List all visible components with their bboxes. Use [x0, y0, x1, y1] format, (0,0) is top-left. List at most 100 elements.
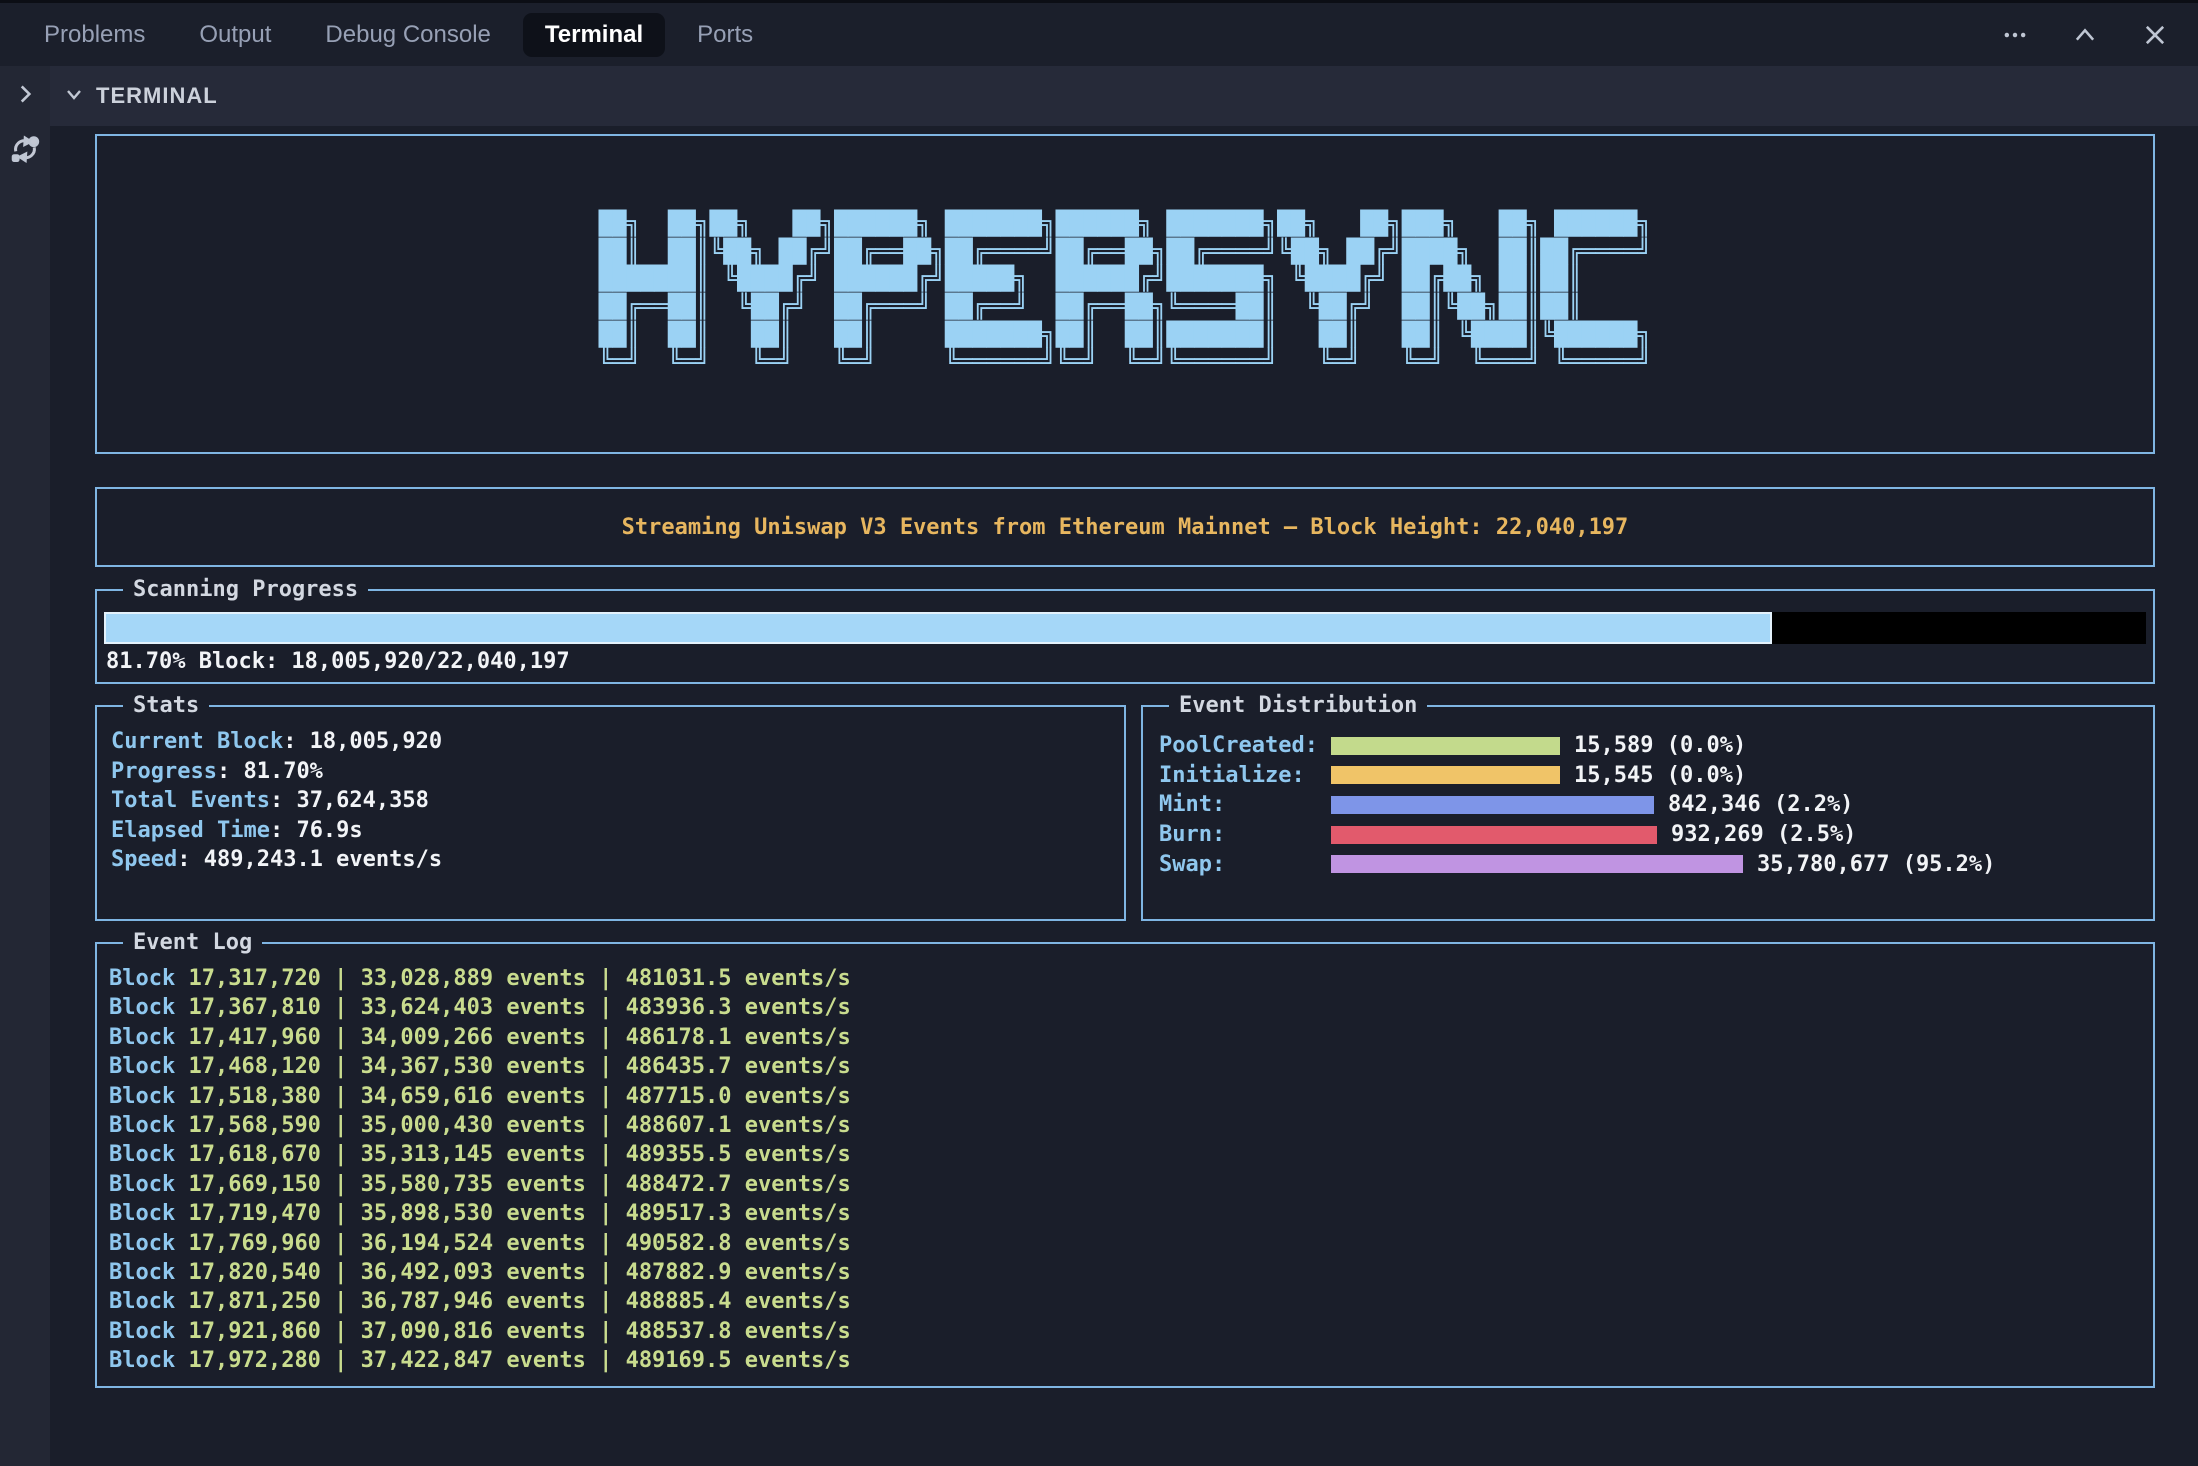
- event-log-block-word: Block: [109, 1231, 175, 1256]
- progress-bar-fill: [104, 612, 1772, 644]
- status-line: Streaming Uniswap V3 Events from Ethereu…: [622, 515, 1629, 540]
- event-log-row: Block 17,367,810 | 33,624,403 events | 4…: [109, 993, 2153, 1022]
- stat-value: : 76.9s: [270, 818, 363, 843]
- event-log-values: 17,568,590 | 35,000,430 events | 488607.…: [175, 1113, 851, 1138]
- stat-value: : 18,005,920: [283, 729, 442, 754]
- distribution-label: Mint:: [1159, 792, 1331, 817]
- event-log-values: 17,417,960 | 34,009,266 events | 486178.…: [175, 1025, 851, 1050]
- banner-box: ██╗ ██╗██╗ ██╗██████╗ ███████╗██████╗ ██…: [95, 134, 2155, 454]
- event-log-rows: Block 17,317,720 | 33,028,889 events | 4…: [109, 964, 2153, 1376]
- distribution-bar: [1331, 826, 1657, 844]
- tab-problems[interactable]: Problems: [22, 13, 167, 57]
- tab-debug-console[interactable]: Debug Console: [303, 13, 512, 57]
- event-log-block-word: Block: [109, 1260, 175, 1285]
- tab-terminal[interactable]: Terminal: [523, 13, 665, 57]
- event-distribution-rows: PoolCreated: 15,589 (0.0%) Initialize: 15,5…: [1159, 731, 2153, 879]
- event-log-values: 17,820,540 | 36,492,093 events | 487882.…: [175, 1260, 851, 1285]
- chevron-down-icon[interactable]: [62, 82, 86, 110]
- progress-text: 81.70% Block: 18,005,920/22,040,197: [104, 644, 2146, 680]
- distribution-row: Swap:35,780,677 (95.2%): [1159, 849, 2153, 879]
- distribution-value: 35,780,677 (95.2%): [1757, 852, 1995, 877]
- stat-label: Elapsed Time: [111, 818, 270, 843]
- event-log-values: 17,871,250 | 36,787,946 events | 488885.…: [175, 1289, 851, 1314]
- tab-output[interactable]: Output: [177, 13, 293, 57]
- stat-value: : 489,243.1 events/s: [177, 847, 442, 872]
- distribution-row: Burn: 932,269 (2.5%): [1159, 820, 2153, 850]
- event-log-values: 17,618,670 | 35,313,145 events | 489355.…: [175, 1142, 851, 1167]
- event-log-title: Event Log: [123, 929, 262, 957]
- event-log-block-word: Block: [109, 1084, 175, 1109]
- terminal-gutter: [0, 126, 50, 1466]
- distribution-row: Mint: 842,346 (2.2%): [1159, 790, 2153, 820]
- stat-row: Speed: 489,243.1 events/s: [111, 845, 1124, 875]
- stat-label: Current Block: [111, 729, 283, 754]
- event-log-box: Event Log Block 17,317,720 | 33,028,889 …: [95, 942, 2155, 1388]
- event-log-values: 17,769,960 | 36,194,524 events | 490582.…: [175, 1231, 851, 1256]
- vscode-bottom-panel: ProblemsOutputDebug ConsoleTerminalPorts: [0, 0, 2198, 1466]
- stat-row: Total Events: 37,624,358: [111, 786, 1124, 816]
- chevron-right-icon[interactable]: [12, 81, 38, 111]
- distribution-bar: [1331, 766, 1560, 784]
- event-log-values: 17,468,120 | 34,367,530 events | 486435.…: [175, 1054, 851, 1079]
- stat-label: Speed: [111, 847, 177, 872]
- event-log-row: Block 17,769,960 | 36,194,524 events | 4…: [109, 1229, 2153, 1258]
- event-log-values: 17,669,150 | 35,580,735 events | 488472.…: [175, 1172, 851, 1197]
- event-log-block-word: Block: [109, 1319, 175, 1344]
- event-log-block-word: Block: [109, 1172, 175, 1197]
- event-log-block-word: Block: [109, 1113, 175, 1138]
- panel-tabbar-tabs: ProblemsOutputDebug ConsoleTerminalPorts: [22, 13, 775, 57]
- stat-label: Progress: [111, 759, 217, 784]
- distribution-value: 842,346 (2.2%): [1668, 792, 1853, 817]
- more-actions-icon[interactable]: [2000, 20, 2030, 50]
- event-log-row: Block 17,468,120 | 34,367,530 events | 4…: [109, 1052, 2153, 1081]
- event-log-values: 17,972,280 | 37,422,847 events | 489169.…: [175, 1348, 851, 1373]
- event-log-row: Block 17,669,150 | 35,580,735 events | 4…: [109, 1170, 2153, 1199]
- stat-row: Current Block: 18,005,920: [111, 727, 1124, 757]
- panel-tabbar: ProblemsOutputDebug ConsoleTerminalPorts: [0, 0, 2198, 66]
- event-log-row: Block 17,317,720 | 33,028,889 events | 4…: [109, 964, 2153, 993]
- stat-value: : 37,624,358: [270, 788, 429, 813]
- event-log-block-word: Block: [109, 995, 175, 1020]
- event-log-row: Block 17,719,470 | 35,898,530 events | 4…: [109, 1199, 2153, 1228]
- event-log-block-word: Block: [109, 1289, 175, 1314]
- distribution-value: 15,589 (0.0%): [1574, 733, 1746, 758]
- event-log-row: Block 17,568,590 | 35,000,430 events | 4…: [109, 1111, 2153, 1140]
- stat-row: Elapsed Time: 76.9s: [111, 816, 1124, 846]
- sync-icon[interactable]: [10, 134, 40, 164]
- hypersync-banner: ██╗ ██╗██╗ ██╗██████╗ ███████╗██████╗ ██…: [599, 211, 1651, 377]
- maximize-panel-icon[interactable]: [2070, 20, 2100, 50]
- event-log-values: 17,317,720 | 33,028,889 events | 481031.…: [175, 966, 851, 991]
- event-distribution-box: Event Distribution PoolCreated:15,589 (0…: [1141, 705, 2155, 921]
- distribution-label: Burn:: [1159, 822, 1331, 847]
- event-log-row: Block 17,618,670 | 35,313,145 events | 4…: [109, 1140, 2153, 1169]
- terminal-viewport[interactable]: ██╗ ██╗██╗ ██╗██████╗ ███████╗██████╗ ██…: [50, 126, 2198, 1466]
- terminal-section-label: TERMINAL: [96, 83, 218, 109]
- event-log-block-word: Block: [109, 1142, 175, 1167]
- stats-distribution-row: Stats Current Block: 18,005,920Progress:…: [95, 705, 2155, 921]
- close-panel-icon[interactable]: [2140, 20, 2170, 50]
- distribution-bar: [1331, 737, 1560, 755]
- event-distribution-title: Event Distribution: [1169, 692, 1427, 720]
- event-log-values: 17,367,810 | 33,624,403 events | 483936.…: [175, 995, 851, 1020]
- status-box: Streaming Uniswap V3 Events from Ethereu…: [95, 487, 2155, 567]
- event-log-values: 17,921,860 | 37,090,816 events | 488537.…: [175, 1319, 851, 1344]
- scanning-progress-title: Scanning Progress: [123, 576, 368, 604]
- tab-ports[interactable]: Ports: [675, 13, 775, 57]
- distribution-label: Initialize:: [1159, 763, 1331, 788]
- distribution-value: 15,545 (0.0%): [1574, 763, 1746, 788]
- distribution-bar: [1331, 796, 1654, 814]
- stats-box: Stats Current Block: 18,005,920Progress:…: [95, 705, 1126, 921]
- event-log-block-word: Block: [109, 1025, 175, 1050]
- distribution-label: PoolCreated:: [1159, 733, 1331, 758]
- terminal-section-header: TERMINAL: [50, 66, 2198, 126]
- stat-value: : 81.70%: [217, 759, 323, 784]
- distribution-value: 932,269 (2.5%): [1671, 822, 1856, 847]
- stats-title: Stats: [123, 692, 209, 720]
- terminal-header-row: TERMINAL: [0, 66, 2198, 126]
- scanning-progress-box: Scanning Progress 81.70% Block: 18,005,9…: [95, 589, 2155, 684]
- event-log-row: Block 17,972,280 | 37,422,847 events | 4…: [109, 1346, 2153, 1375]
- distribution-row: Initialize: 15,545 (0.0%): [1159, 761, 2153, 791]
- event-log-values: 17,719,470 | 35,898,530 events | 489517.…: [175, 1201, 851, 1226]
- event-log-row: Block 17,417,960 | 34,009,266 events | 4…: [109, 1023, 2153, 1052]
- event-log-row: Block 17,921,860 | 37,090,816 events | 4…: [109, 1317, 2153, 1346]
